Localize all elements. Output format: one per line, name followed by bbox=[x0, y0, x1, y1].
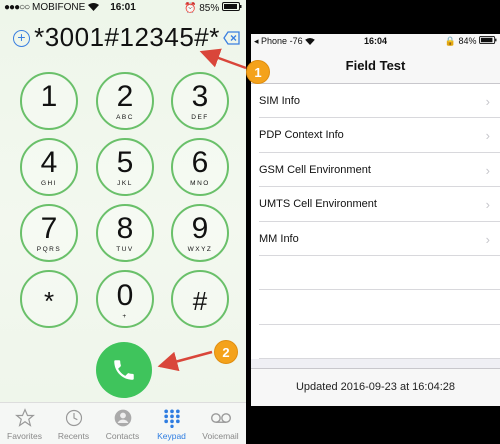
key-0[interactable]: 0 + bbox=[96, 270, 154, 328]
key-digit: # bbox=[192, 286, 208, 316]
key-digit: 7 bbox=[40, 212, 58, 245]
key-hash[interactable]: # bbox=[171, 270, 229, 328]
field-test-list: SIM Info › PDP Context Info › GSM Cell E… bbox=[251, 84, 500, 360]
key-1[interactable]: 1 bbox=[20, 72, 78, 130]
tab-recents[interactable]: Recents bbox=[49, 407, 98, 441]
tab-label: Recents bbox=[57, 431, 90, 441]
list-item-gsm-cell[interactable]: GSM Cell Environment › bbox=[259, 153, 500, 188]
key-digit: 1 bbox=[40, 80, 58, 113]
battery-icon bbox=[479, 36, 497, 44]
tab-label: Contacts bbox=[105, 431, 140, 441]
lock-icon: 🔒 bbox=[444, 36, 456, 46]
chevron-right-icon: › bbox=[485, 231, 490, 247]
page-title: Field Test bbox=[345, 58, 406, 73]
key-letters: ABC bbox=[116, 114, 134, 121]
footer-toolbar: Updated 2016-09-23 at 16:04:28 bbox=[251, 368, 500, 406]
contacts-icon bbox=[114, 409, 131, 427]
voicemail-icon bbox=[210, 413, 231, 423]
dialer-screen: ●●●○○ MOBIFONE 16:01 ⏰ 85% + *3001#12345… bbox=[0, 0, 246, 444]
chevron-right-icon: › bbox=[485, 128, 490, 144]
nav-bar: Field Test bbox=[251, 48, 500, 84]
key-5[interactable]: 5 JKL bbox=[96, 138, 154, 196]
tab-voicemail[interactable]: Voicemail bbox=[196, 407, 245, 441]
key-digit: * bbox=[43, 286, 55, 316]
key-digit: 9 bbox=[191, 212, 209, 245]
list-item-label: UMTS Cell Environment bbox=[259, 198, 377, 211]
key-letters: GHI bbox=[40, 180, 58, 187]
empty-row bbox=[259, 256, 500, 291]
key-6[interactable]: 6 MNO bbox=[171, 138, 229, 196]
key-2[interactable]: 2 ABC bbox=[96, 72, 154, 130]
list-item-label: MM Info bbox=[259, 232, 299, 245]
key-letters: TUV bbox=[116, 246, 134, 253]
key-letters: DEF bbox=[191, 114, 209, 121]
key-digit: 5 bbox=[116, 146, 134, 179]
keypad-icon bbox=[163, 409, 180, 428]
key-digit: 2 bbox=[116, 80, 134, 113]
tab-label: Keypad bbox=[157, 431, 186, 441]
battery-percent: 84% bbox=[458, 36, 477, 46]
list-item-label: PDP Context Info bbox=[259, 129, 344, 142]
list-item-sim-info[interactable]: SIM Info › bbox=[259, 84, 500, 119]
tab-favorites[interactable]: Favorites bbox=[0, 407, 49, 441]
field-test-screen: ◂ Phone -76 16:04 🔒 84% Field Test SIM I… bbox=[251, 34, 500, 406]
key-digit: 4 bbox=[40, 146, 58, 179]
key-letters: WXYZ bbox=[187, 246, 213, 253]
key-digit: 0 bbox=[116, 279, 134, 312]
battery-icon bbox=[222, 2, 242, 11]
status-bar: ●●●○○ MOBIFONE 16:01 ⏰ 85% bbox=[0, 0, 246, 16]
empty-row bbox=[259, 325, 500, 360]
star-icon bbox=[14, 408, 35, 427]
clock-icon bbox=[65, 409, 82, 427]
chevron-right-icon: › bbox=[485, 162, 490, 178]
key-digit: 8 bbox=[116, 212, 134, 245]
key-8[interactable]: 8 TUV bbox=[96, 204, 154, 262]
status-bar: ◂ Phone -76 16:04 🔒 84% bbox=[251, 34, 500, 48]
key-letters: MNO bbox=[190, 180, 210, 187]
key-4[interactable]: 4 GHI bbox=[20, 138, 78, 196]
status-right: ⏰ 85% bbox=[184, 2, 242, 14]
tab-keypad[interactable]: Keypad bbox=[147, 407, 196, 441]
key-letters: + bbox=[122, 313, 128, 320]
dial-row: + *3001#12345#* bbox=[0, 22, 246, 56]
annotation-badge-2: 2 bbox=[214, 340, 238, 364]
chevron-right-icon: › bbox=[485, 197, 490, 213]
battery-percent: 85% bbox=[199, 3, 220, 14]
key-digit: 3 bbox=[191, 80, 209, 113]
list-item-label: GSM Cell Environment bbox=[259, 163, 371, 176]
key-star[interactable]: * bbox=[20, 270, 78, 328]
call-button[interactable] bbox=[96, 342, 152, 398]
tab-label: Voicemail bbox=[202, 431, 239, 441]
status-right: 🔒 84% bbox=[445, 36, 497, 47]
key-7[interactable]: 7 PQRS bbox=[20, 204, 78, 262]
alarm-icon: ⏰ bbox=[183, 3, 197, 14]
chevron-right-icon: › bbox=[485, 94, 490, 109]
key-digit: 6 bbox=[191, 146, 209, 179]
list-item-mm-info[interactable]: MM Info › bbox=[259, 222, 500, 256]
delete-icon[interactable] bbox=[223, 31, 240, 45]
add-contact-button[interactable]: + bbox=[13, 30, 30, 47]
list-item-umts-cell[interactable]: UMTS Cell Environment › bbox=[259, 187, 500, 222]
key-3[interactable]: 3 DEF bbox=[171, 72, 229, 130]
phone-icon bbox=[114, 360, 134, 380]
empty-row bbox=[259, 290, 500, 325]
key-9[interactable]: 9 WXYZ bbox=[171, 204, 229, 262]
key-letters: JKL bbox=[117, 180, 133, 187]
list-item-pdp-context[interactable]: PDP Context Info › bbox=[259, 118, 500, 153]
tab-label: Favorites bbox=[7, 431, 42, 441]
annotation-badge-1: 1 bbox=[246, 60, 270, 84]
dialed-number[interactable]: *3001#12345#* bbox=[32, 22, 222, 53]
tab-contacts[interactable]: Contacts bbox=[98, 407, 147, 441]
updated-timestamp: Updated 2016-09-23 at 16:04:28 bbox=[295, 381, 456, 393]
key-letters: PQRS bbox=[36, 246, 62, 253]
tab-bar: Favorites Recents Contacts Keypad Voicem… bbox=[0, 402, 246, 444]
list-item-label: SIM Info bbox=[259, 95, 300, 107]
